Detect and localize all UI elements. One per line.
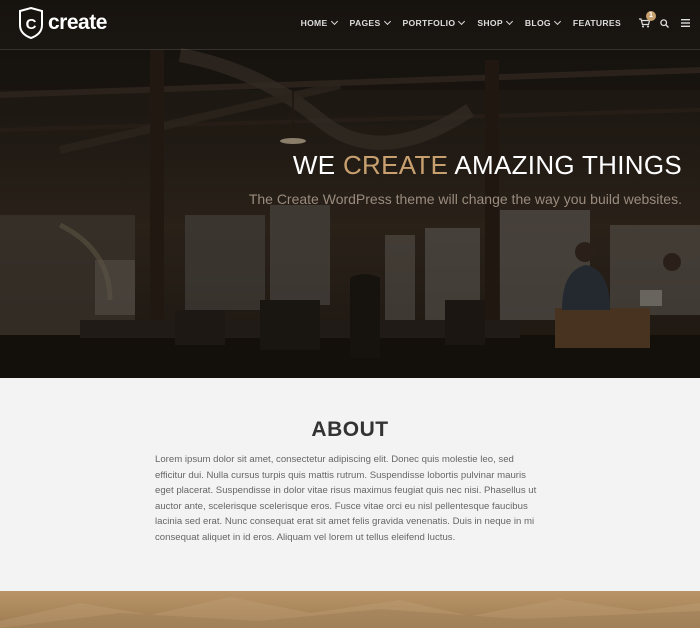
- nav-item-portfolio[interactable]: PORTFOLIO: [402, 17, 466, 28]
- site-header: C create HOME PAGES PORTFOLIO SHOP BLOG …: [0, 0, 700, 50]
- nav-item-blog[interactable]: BLOG: [524, 17, 561, 28]
- logo[interactable]: C create: [18, 7, 107, 39]
- hero-section: C create HOME PAGES PORTFOLIO SHOP BLOG …: [0, 0, 700, 378]
- hero-title-accent: CREATE: [342, 150, 449, 180]
- logo-letter: C: [26, 16, 37, 33]
- hero-background-image: [0, 0, 700, 378]
- nav-item-label: FEATURES: [572, 18, 621, 28]
- chevron-down-icon: [505, 17, 513, 26]
- mountain-texture-image: [0, 597, 700, 628]
- about-text: Lorem ipsum dolor sit amet, consectetur …: [155, 454, 537, 543]
- nav-item-features[interactable]: FEATURES: [573, 18, 621, 28]
- nav-item-home[interactable]: HOME: [300, 17, 338, 28]
- hero-subtitle: The Create WordPress theme will change t…: [248, 191, 682, 207]
- hero-title: WE CREATE AMAZING THINGS: [293, 150, 682, 181]
- search-icon: [660, 18, 669, 28]
- cart-count-badge: 1: [646, 11, 656, 21]
- logo-shield-icon: C: [19, 7, 43, 39]
- nav-item-label: PAGES: [349, 18, 381, 28]
- nav-item-label: BLOG: [524, 18, 551, 28]
- hero-title-pre: WE: [292, 150, 343, 180]
- cart-button[interactable]: 1: [639, 11, 656, 28]
- hero-title-post: AMAZING THINGS: [448, 150, 682, 180]
- nav-item-label: HOME: [300, 18, 328, 28]
- nav-item-shop[interactable]: SHOP: [477, 17, 513, 28]
- chevron-down-icon: [330, 17, 338, 26]
- nav-item-label: SHOP: [477, 18, 503, 28]
- chevron-down-icon: [383, 17, 391, 26]
- nav-item-label: PORTFOLIO: [402, 18, 456, 28]
- menu-icon: [681, 19, 690, 27]
- about-heading: ABOUT: [311, 418, 389, 441]
- next-section-image: [0, 591, 700, 628]
- chevron-down-icon: [553, 17, 561, 26]
- chevron-down-icon: [458, 17, 466, 26]
- main-navigation: HOME PAGES PORTFOLIO SHOP BLOG FEATURES: [288, 0, 690, 46]
- search-button[interactable]: [660, 18, 669, 28]
- about-section: ABOUT Lorem ipsum dolor sit amet, consec…: [0, 378, 700, 591]
- menu-button[interactable]: [681, 19, 690, 27]
- nav-item-pages[interactable]: PAGES: [349, 17, 391, 28]
- logo-text: create: [48, 11, 107, 34]
